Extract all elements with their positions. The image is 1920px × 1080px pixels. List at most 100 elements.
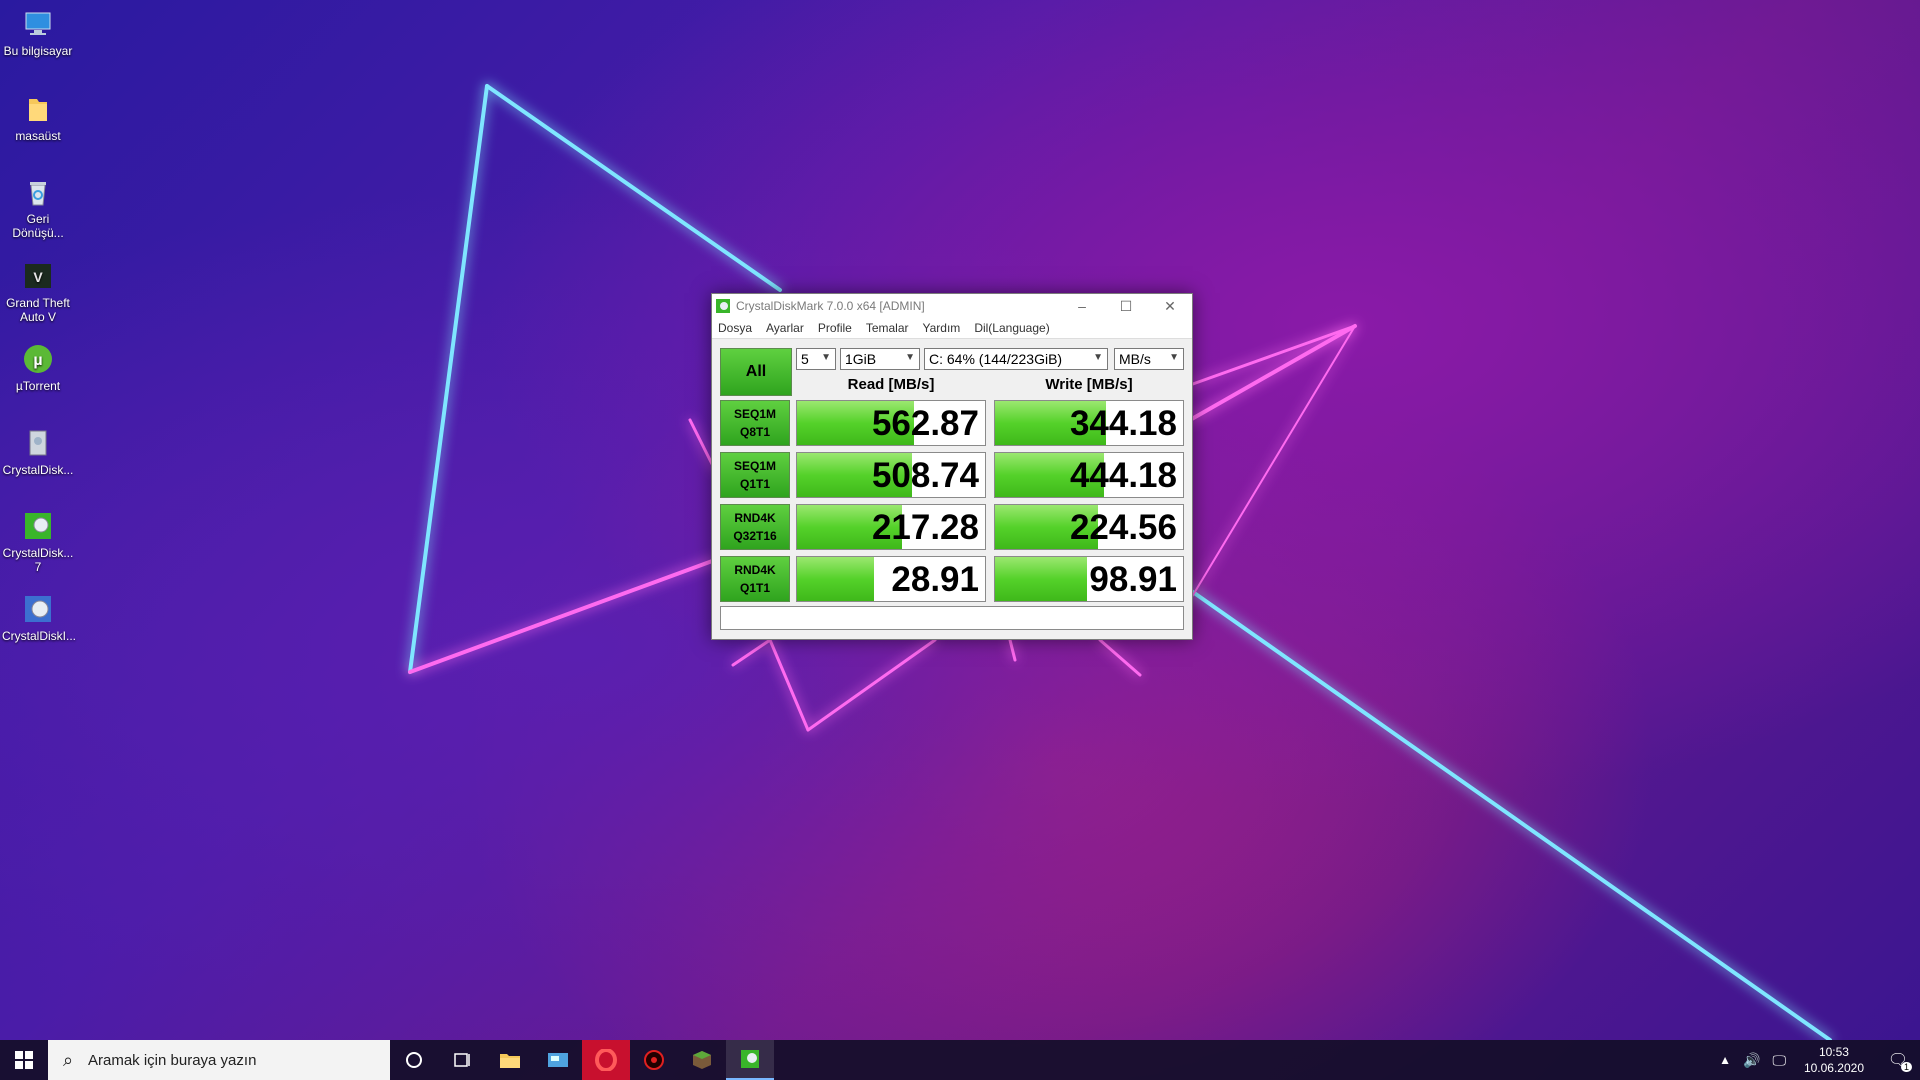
game-icon — [644, 1050, 664, 1070]
desktop-icon-label: CrystalDiskI... — [2, 629, 77, 643]
menu-ayarlar[interactable]: Ayarlar — [760, 321, 810, 335]
recycle-bin-icon — [22, 176, 54, 208]
file-explorer-button[interactable] — [486, 1040, 534, 1080]
write-result-cell: 344.18 — [994, 400, 1184, 446]
drive-value: C: 64% (144/223GiB) — [929, 351, 1063, 367]
desktop-icon-label: CrystalDisk... 7 — [2, 546, 74, 574]
read-result-cell: 28.91 — [796, 556, 986, 602]
desktop-icon-this-pc[interactable]: Bu bilgisayar — [2, 8, 74, 58]
desktop-icon-crystaldiskinfo[interactable]: CrystalDisk... — [2, 427, 74, 477]
desktop-icon-label: CrystalDisk... — [2, 463, 74, 477]
desktop-icon-utorrent[interactable]: µ µTorrent — [2, 343, 74, 393]
cortana-button[interactable] — [390, 1040, 438, 1080]
game-app-button[interactable] — [630, 1040, 678, 1080]
start-button[interactable] — [0, 1040, 48, 1080]
write-result-cell: 224.56 — [994, 504, 1184, 550]
test-name: SEQ1M — [733, 407, 776, 421]
crystaldiskinfo-icon — [22, 427, 54, 459]
control-panel-icon — [548, 1053, 568, 1067]
task-view-button[interactable] — [438, 1040, 486, 1080]
search-placeholder: Aramak için buraya yazın — [88, 1051, 257, 1069]
svg-text:µ: µ — [33, 352, 42, 369]
menu-dosya[interactable]: Dosya — [712, 321, 758, 335]
control-panel-button[interactable] — [534, 1040, 582, 1080]
network-icon[interactable]: 🖵 — [1772, 1052, 1786, 1069]
minimize-button[interactable]: – — [1060, 298, 1104, 314]
test-seq1m-q1t1-button[interactable]: SEQ1M Q1T1 — [720, 452, 790, 498]
desktop-icon-recycle-bin[interactable]: Geri Dönüşü... — [2, 176, 74, 240]
desktop-icon-masaust[interactable]: masaüst — [2, 93, 74, 143]
test-rnd4k-q1t1-button[interactable]: RND4K Q1T1 — [720, 556, 790, 602]
action-center-button[interactable]: 🗨 1 — [1876, 1040, 1920, 1080]
desktop-icon-label: masaüst — [15, 129, 61, 143]
write-column-header: Write [MB/s] — [1045, 376, 1133, 393]
svg-text:V: V — [33, 269, 43, 285]
chevron-down-icon: ▼ — [1169, 352, 1179, 363]
test-name: SEQ1M — [733, 459, 776, 473]
menu-bar: Dosya Ayarlar Profile Temalar Yardım Dil… — [712, 318, 1192, 339]
volume-icon[interactable]: 🔊 — [1743, 1052, 1760, 1069]
all-button[interactable]: All — [720, 348, 792, 396]
minecraft-button[interactable] — [678, 1040, 726, 1080]
desktop-icon-gta[interactable]: V Grand Theft Auto V — [2, 260, 74, 324]
taskbar-search-box[interactable]: ⌕ Aramak için buraya yazın — [48, 1040, 390, 1080]
maximize-button[interactable]: ☐ — [1104, 298, 1148, 315]
test-name: RND4K — [734, 511, 776, 525]
opera-button[interactable] — [582, 1040, 630, 1080]
read-value: 562.87 — [871, 404, 979, 443]
windows-logo-icon — [15, 1051, 33, 1069]
menu-temalar[interactable]: Temalar — [860, 321, 915, 335]
read-column-header: Read [MB/s] — [847, 376, 935, 393]
desktop-icon-crystaldiskinfo-2[interactable]: CrystalDiskI... — [2, 593, 77, 643]
close-button[interactable]: ✕ — [1148, 298, 1192, 315]
crystaldiskinfo-shortcut-icon — [22, 593, 54, 625]
opera-icon — [595, 1049, 617, 1071]
crystaldiskmark-taskbar-icon — [741, 1050, 759, 1068]
computer-icon — [22, 8, 54, 40]
clock-date: 10.06.2020 — [1803, 1061, 1864, 1075]
window-titlebar[interactable]: CrystalDiskMark 7.0.0 x64 [ADMIN] – ☐ ✕ — [712, 294, 1192, 318]
status-bar — [720, 606, 1184, 630]
test-name: RND4K — [734, 563, 776, 577]
test-params: Q8T1 — [739, 425, 770, 439]
crystaldiskmark-taskbar-button[interactable] — [726, 1040, 774, 1080]
desktop-icon-label: Bu bilgisayar — [3, 44, 73, 58]
test-params: Q1T1 — [739, 477, 770, 491]
test-seq1m-q8t1-button[interactable]: SEQ1M Q8T1 — [720, 400, 790, 446]
menu-language[interactable]: Dil(Language) — [968, 321, 1055, 335]
menu-profile[interactable]: Profile — [812, 321, 858, 335]
read-progress-bar — [797, 557, 875, 601]
task-view-icon — [454, 1053, 470, 1067]
read-value: 508.74 — [871, 456, 979, 495]
unit-select[interactable]: MB/s ▼ — [1114, 348, 1184, 370]
chevron-down-icon: ▼ — [821, 352, 831, 363]
utorrent-icon: µ — [22, 343, 54, 375]
test-count-value: 5 — [801, 351, 809, 367]
gta-icon: V — [22, 260, 54, 292]
write-value: 98.91 — [1089, 560, 1177, 599]
menu-yardim[interactable]: Yardım — [917, 321, 967, 335]
minecraft-icon — [693, 1051, 711, 1069]
crystaldiskmark-window[interactable]: CrystalDiskMark 7.0.0 x64 [ADMIN] – ☐ ✕ … — [711, 293, 1193, 640]
test-size-value: 1GiB — [845, 351, 877, 367]
write-progress-bar — [995, 557, 1088, 601]
desktop-icon-label: Geri Dönüşü... — [12, 212, 64, 240]
test-size-select[interactable]: 1GiB ▼ — [840, 348, 920, 370]
read-value: 28.91 — [891, 560, 979, 599]
test-count-select[interactable]: 5 ▼ — [796, 348, 836, 370]
clock[interactable]: 10:53 10.06.2020 — [1804, 1044, 1864, 1076]
write-value: 344.18 — [1069, 404, 1177, 443]
write-value: 444.18 — [1069, 456, 1177, 495]
clock-time: 10:53 — [1818, 1045, 1849, 1059]
chevron-down-icon: ▼ — [905, 352, 915, 363]
drive-select[interactable]: C: 64% (144/223GiB) ▼ — [924, 348, 1108, 370]
test-params: Q1T1 — [739, 581, 770, 595]
desktop-icon-crystaldiskmark[interactable]: CrystalDisk... 7 — [2, 510, 74, 574]
read-result-cell: 508.74 — [796, 452, 986, 498]
test-rnd4k-q32t16-button[interactable]: RND4K Q32T16 — [720, 504, 790, 550]
write-result-cell: 98.91 — [994, 556, 1184, 602]
write-value: 224.56 — [1069, 508, 1177, 547]
desktop-icon-label: Grand Theft Auto V — [6, 296, 70, 324]
show-hidden-icons-chevron-icon[interactable]: ▲ — [1719, 1053, 1731, 1067]
read-result-cell: 562.87 — [796, 400, 986, 446]
